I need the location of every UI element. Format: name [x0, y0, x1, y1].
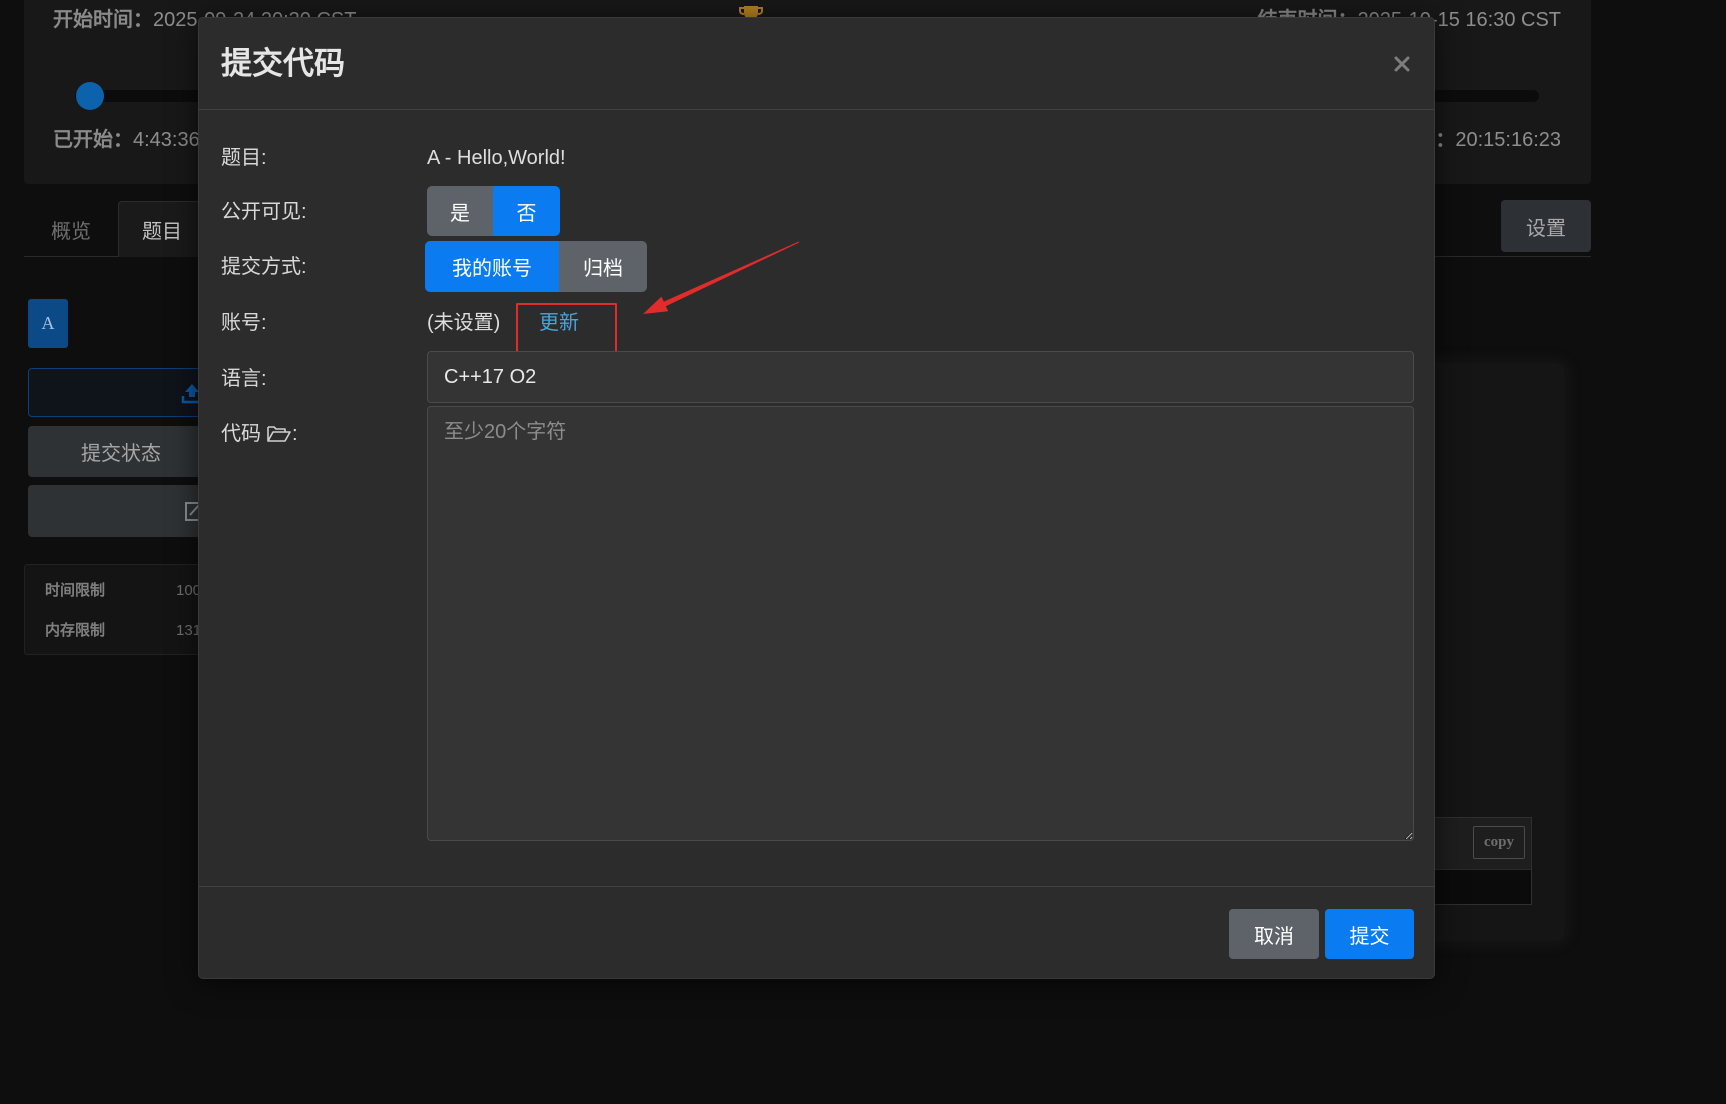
tab-overview[interactable]: 概览 — [24, 201, 118, 257]
submit-code-button[interactable] — [28, 368, 218, 417]
language-label: 语言: — [221, 368, 267, 390]
time-limit-label: 时间限制 — [45, 582, 106, 599]
method-toggle-group: 我的账号 归档 — [425, 241, 647, 292]
modal-title: 提交代码 — [221, 46, 345, 81]
progress-handle[interactable] — [75, 82, 104, 110]
problem-label: 题目: — [221, 147, 267, 169]
copy-button[interactable]: copy — [1473, 826, 1525, 859]
method-my-account-button[interactable]: 我的账号 — [425, 241, 559, 292]
public-toggle-group: 是 否 — [427, 186, 560, 236]
account-value: (未设置) — [427, 312, 501, 334]
account-label: 账号: — [221, 312, 267, 334]
modal-header-divider — [199, 109, 1434, 110]
memory-limit-label: 内存限制 — [45, 622, 106, 639]
code-label-text: 代码 — [221, 423, 261, 445]
elapsed-time: 已开始：4:43:36 — [53, 128, 200, 152]
public-label: 公开可见: — [221, 201, 307, 223]
edit-button[interactable] — [28, 485, 218, 537]
submission-status-button[interactable]: 提交状态 — [28, 426, 218, 477]
settings-button[interactable]: 设置 — [1501, 200, 1591, 252]
method-label: 提交方式: — [221, 256, 307, 278]
problem-a-button[interactable]: A — [28, 299, 68, 348]
submission-status-label: 提交状态 — [81, 443, 161, 465]
annotation-highlight-box — [516, 303, 617, 358]
remaining-time-label: ： — [1435, 129, 1456, 151]
problem-value: A - Hello,World! — [427, 147, 566, 169]
remaining-time: ：20:15:16:23 — [1435, 128, 1561, 152]
elapsed-time-value: 4:43:36 — [133, 129, 200, 151]
modal-footer-divider — [199, 886, 1434, 887]
method-archive-button[interactable]: 归档 — [559, 241, 647, 292]
folder-open-icon[interactable] — [266, 424, 292, 444]
submit-code-modal: 提交代码 题目: A - Hello,World! 公开可见: 是 否 提交方式… — [198, 17, 1435, 979]
public-no-button[interactable]: 否 — [493, 186, 560, 236]
start-time-label: 开始时间： — [53, 9, 153, 31]
close-icon[interactable] — [1394, 56, 1410, 72]
cancel-button[interactable]: 取消 — [1229, 909, 1319, 959]
language-select[interactable]: C++17 O2 — [427, 351, 1414, 403]
submit-button[interactable]: 提交 — [1325, 909, 1414, 959]
code-label: 代码 : — [221, 419, 298, 449]
code-textarea[interactable] — [427, 406, 1414, 841]
public-yes-button[interactable]: 是 — [427, 186, 493, 236]
remaining-time-value: 20:15:16:23 — [1455, 129, 1561, 151]
limits-table: 时间限制 100 内存限制 131 — [24, 564, 224, 655]
code-label-suffix: : — [292, 423, 298, 445]
elapsed-time-label: 已开始： — [53, 129, 133, 151]
tab-problems[interactable]: 题目 — [118, 201, 206, 257]
